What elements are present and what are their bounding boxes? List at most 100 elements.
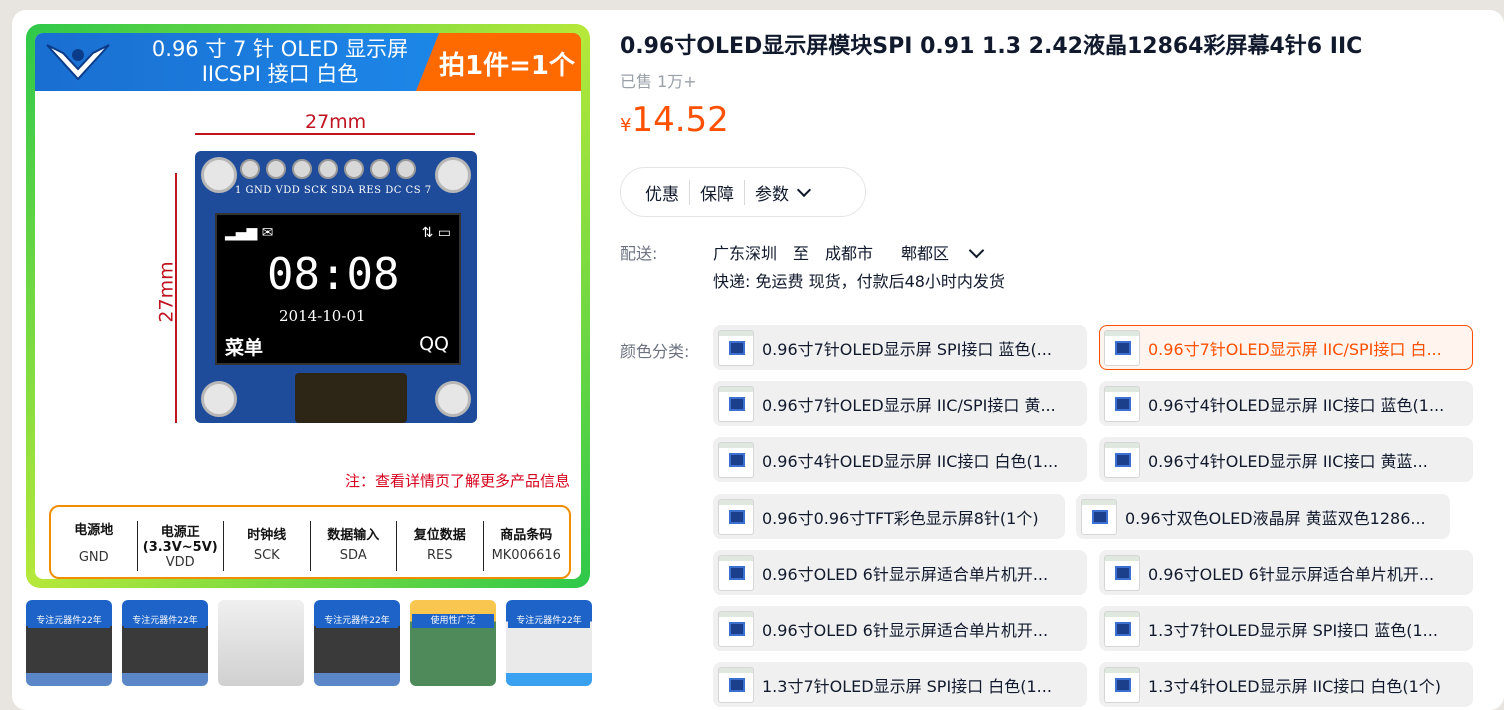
header-pins xyxy=(240,159,430,181)
battery-icon: ⇅ ▭ xyxy=(421,225,451,241)
price-value: 14.52 xyxy=(631,100,729,140)
color-option-label: 1.3寸7针OLED显示屏 SPI接口 蓝色(1... xyxy=(1148,620,1438,640)
thumb-4[interactable]: 专注元器件22年 xyxy=(314,600,400,686)
color-category-label: 颜色分类: xyxy=(620,342,690,361)
color-option-label: 0.96寸OLED 6针显示屏适合单片机开... xyxy=(762,564,1049,584)
ship-to-word: 至 xyxy=(793,244,810,263)
option-thumbnail-icon xyxy=(1104,385,1140,422)
chip-guarantee[interactable]: 保障 xyxy=(689,179,744,205)
telesky-logo-icon xyxy=(46,44,110,81)
pin-table-head: 商品条码 xyxy=(500,527,553,543)
chevron-down-icon[interactable] xyxy=(968,242,985,258)
price-currency: ¥ xyxy=(620,115,632,136)
height-dimension-label: 27mm xyxy=(155,261,178,323)
pin-table-column: 电源地 GND xyxy=(51,507,137,577)
pin-table-value: VDD xyxy=(165,555,195,570)
pin-definition-table: 电源地 GND 电源正 (3.3V~5V) VDD 时钟线 SCK 数据输入 SDA 复位数据 R… xyxy=(49,505,571,579)
color-option[interactable]: 0.96寸OLED 6针显示屏适合单片机开... xyxy=(1099,550,1473,595)
color-option[interactable]: 0.96寸7针OLED显示屏 IIC/SPI接口 白... xyxy=(1099,325,1473,370)
main-product-image[interactable]: 0.96 寸 7 针 OLED 显示屏 IICSPI 接口 白色 拍1件=1个 … xyxy=(26,24,590,588)
screen-date: 2014-10-01 xyxy=(279,307,366,325)
pin-table-value: MK006616 xyxy=(491,547,561,563)
promo-badge: 拍1件=1个 xyxy=(416,33,581,91)
pin-table-column: 商品条码 MK006616 xyxy=(482,521,570,571)
image-note: 注：查看详情页了解更多产品信息 xyxy=(345,472,571,490)
screen-time: 08:08 xyxy=(267,249,400,300)
color-option-label: 1.3寸4针OLED显示屏 IIC接口 白色(1个) xyxy=(1148,676,1442,696)
pin-table-value: GND xyxy=(78,550,109,565)
color-option-label: 0.96寸4针OLED显示屏 IIC接口 白色(1... xyxy=(762,451,1059,471)
color-option-label: 1.3寸7针OLED显示屏 SPI接口 白色(1... xyxy=(762,676,1052,696)
banner-title-line2: IICSPI 接口 白色 xyxy=(201,62,359,86)
chip-params-label: 参数 xyxy=(755,184,789,205)
width-dimension-line xyxy=(195,133,475,135)
color-option[interactable]: 0.96寸4针OLED显示屏 IIC接口 白色(1... xyxy=(713,437,1087,482)
pin-table-value: SDA xyxy=(339,547,367,563)
pin-table-head: 复位数据 xyxy=(413,527,466,543)
thumbnail-badge: 使用性广泛 xyxy=(412,614,494,628)
thumbnail-badge: 专注元器件22年 xyxy=(124,614,206,628)
option-thumbnail-icon xyxy=(718,554,754,591)
color-option[interactable]: 0.96寸OLED 6针显示屏适合单片机开... xyxy=(713,550,1087,595)
thumb-1[interactable]: 专注元器件22年 xyxy=(26,600,112,686)
color-option[interactable]: 0.96寸4针OLED显示屏 IIC接口 黄蓝... xyxy=(1099,437,1473,482)
thumbnail-badge: 专注元器件22年 xyxy=(28,614,110,628)
color-option[interactable]: 1.3寸7针OLED显示屏 SPI接口 白色(1... xyxy=(713,662,1087,707)
thumb-2[interactable]: 专注元器件22年 xyxy=(122,600,208,686)
pin-table-column: 电源正 (3.3V~5V) VDD xyxy=(136,521,224,571)
thumb-5[interactable]: 使用性广泛 xyxy=(410,600,496,686)
pin-table-head: 电源地 xyxy=(74,523,114,538)
thumb-6[interactable]: 专注元器件22年 xyxy=(506,600,592,686)
shipping-label: 配送: xyxy=(620,244,658,263)
option-thumbnail-icon xyxy=(1104,554,1140,591)
pin-labels: 1 GND VDD SCK SDA RES DC CS 7 xyxy=(235,185,432,196)
mount-hole xyxy=(435,381,471,417)
option-thumbnail-icon xyxy=(718,498,754,535)
banner-title-line1: 0.96 寸 7 针 OLED 显示屏 xyxy=(151,37,409,61)
color-option[interactable]: 0.96寸OLED 6针显示屏适合单片机开... xyxy=(713,606,1087,651)
color-option[interactable]: 0.96寸7针OLED显示屏 IIC/SPI接口 黄... xyxy=(713,381,1087,426)
thumb-3[interactable] xyxy=(218,600,304,686)
color-option[interactable]: 0.96寸7针OLED显示屏 SPI接口 蓝色(... xyxy=(713,325,1087,370)
signal-mail-icon: ▂▄▆ ✉ xyxy=(225,225,274,241)
thumbnail-badge: 专注元器件22年 xyxy=(508,614,590,628)
chip-discount-label: 优惠 xyxy=(645,184,679,205)
color-option-label: 0.96寸4针OLED显示屏 IIC接口 黄蓝... xyxy=(1148,451,1428,471)
option-thumbnail-icon xyxy=(1104,666,1140,703)
main-image-canvas: 0.96 寸 7 针 OLED 显示屏 IICSPI 接口 白色 拍1件=1个 … xyxy=(35,33,581,579)
oled-screen: ▂▄▆ ✉ ⇅ ▭ 08:08 2014-10-01 菜单 QQ xyxy=(215,213,461,365)
pin-table-head: 时钟线 xyxy=(247,527,287,543)
sold-count: 已售 1万+ xyxy=(620,72,697,91)
color-option-label: 0.96寸4针OLED显示屏 IIC接口 蓝色(1... xyxy=(1148,395,1445,415)
mount-hole xyxy=(435,157,471,193)
image-banner-title: 0.96 寸 7 针 OLED 显示屏 IICSPI 接口 白色 xyxy=(135,37,425,87)
chevron-down-icon xyxy=(796,182,812,198)
color-option[interactable]: 0.96寸双色OLED液晶屏 黄蓝双色1286... xyxy=(1076,494,1450,539)
option-thumbnail-icon xyxy=(718,385,754,422)
image-banner: 0.96 寸 7 针 OLED 显示屏 IICSPI 接口 白色 拍1件=1个 xyxy=(35,33,581,91)
option-thumbnail-icon xyxy=(718,441,754,478)
option-thumbnail-icon xyxy=(718,329,754,366)
color-option-label: 0.96寸双色OLED液晶屏 黄蓝双色1286... xyxy=(1125,508,1426,528)
option-thumbnail-icon xyxy=(718,610,754,647)
color-option[interactable]: 0.96寸0.96寸TFT彩色显示屏8针(1个) xyxy=(713,494,1065,539)
option-thumbnail-icon xyxy=(718,666,754,703)
chip-discount[interactable]: 优惠 xyxy=(635,180,689,205)
shipping-route[interactable]: 广东深圳 至 成都市 郫都区 xyxy=(713,240,985,264)
width-dimension-label: 27mm xyxy=(305,111,367,133)
color-option-label: 0.96寸OLED 6针显示屏适合单片机开... xyxy=(762,620,1049,640)
color-option[interactable]: 1.3寸7针OLED显示屏 SPI接口 蓝色(1... xyxy=(1099,606,1473,651)
color-option[interactable]: 0.96寸4针OLED显示屏 IIC接口 蓝色(1... xyxy=(1099,381,1473,426)
screen-menu: 菜单 xyxy=(225,337,264,359)
chip-params[interactable]: 参数 xyxy=(744,179,819,205)
product-title: 0.96寸OLED显示屏模块SPI 0.91 1.3 2.42液晶12864彩屏… xyxy=(620,34,1363,59)
color-option[interactable]: 1.3寸4针OLED显示屏 IIC接口 白色(1个) xyxy=(1099,662,1473,707)
thumbnail-strip: 专注元器件22年 专注元器件22年 专注元器件22年 使用性广泛 专注元器件22年 xyxy=(26,600,592,686)
mount-hole xyxy=(201,381,237,417)
color-option-label: 0.96寸OLED 6针显示屏适合单片机开... xyxy=(1148,564,1435,584)
pin-table-column: 复位数据 RES xyxy=(396,521,483,571)
mount-hole xyxy=(201,157,237,193)
ship-district: 郫都区 xyxy=(901,244,950,263)
color-option-label: 0.96寸7针OLED显示屏 IIC/SPI接口 黄... xyxy=(762,395,1056,415)
pin-table-column: 时钟线 SCK xyxy=(223,521,310,571)
